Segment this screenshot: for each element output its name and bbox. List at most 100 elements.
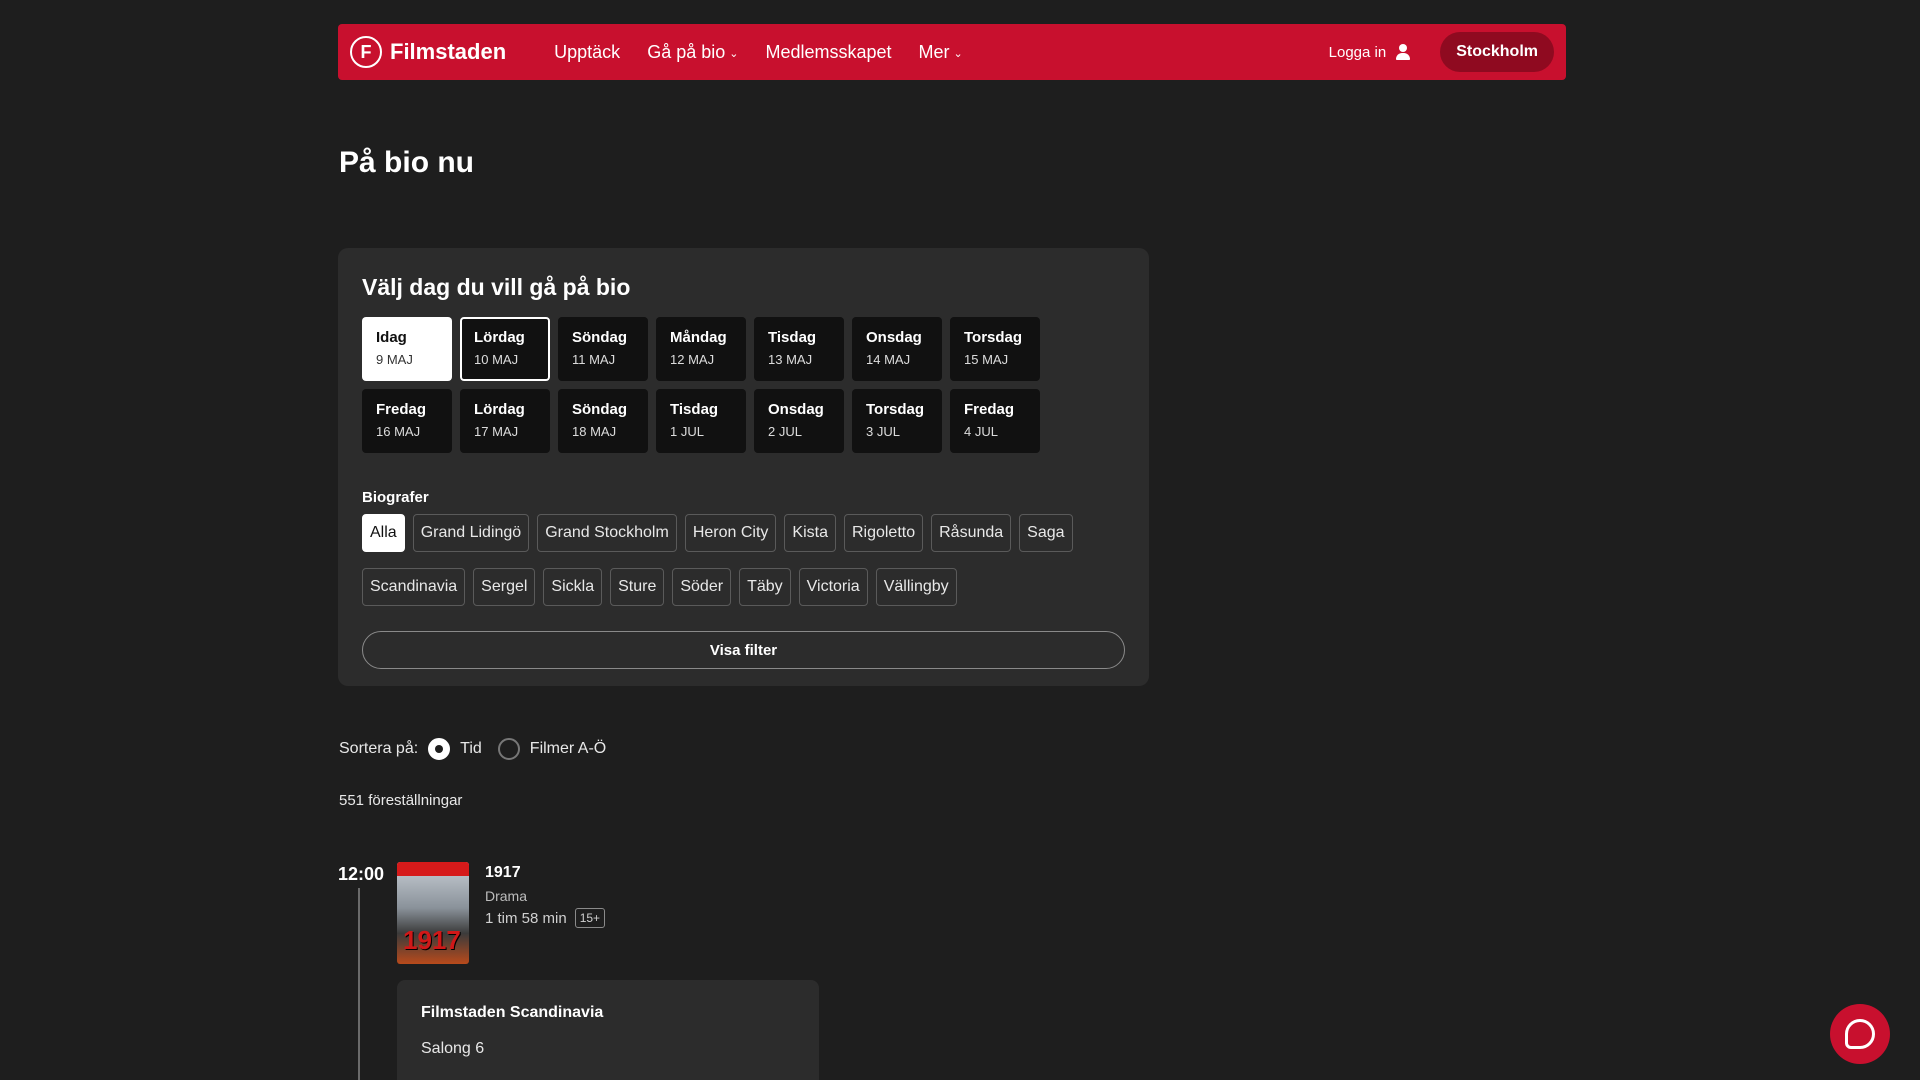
day-button[interactable]: Fredag 16 MAJ [362,389,452,453]
cinema-chip[interactable]: Victoria [798,568,868,606]
filter-panel: Välj dag du vill gå på bio Idag 9 MAJ Lö… [338,248,1149,686]
sort-az-radio[interactable] [497,738,520,760]
cinema-chip[interactable]: Sickla [543,568,603,606]
logo[interactable]: F Filmstaden [350,36,506,68]
day-button[interactable]: Onsdag 14 MAJ [852,317,942,381]
movie-duration: 1 tim 58 min [485,909,567,927]
poster-title: 1917 [403,925,461,955]
movie-genre: Drama [485,888,528,904]
day-button[interactable]: Söndag 11 MAJ [558,317,648,381]
nav-label: Mer [918,41,950,62]
day-date: 12 MAJ [670,352,715,367]
day-date: 9 MAJ [376,352,413,367]
day-name: Torsdag [866,401,925,418]
cinema-chip[interactable]: Scandinavia [362,568,466,606]
chat-button[interactable] [1830,1004,1890,1064]
sort-time-label[interactable]: Tid [460,740,482,758]
day-date: 2 JUL [768,424,802,439]
day-button[interactable]: Torsdag 3 JUL [852,389,942,453]
movie-info: 1917 Drama 1 tim 58 min 15+ [485,864,606,928]
movie-meta: 1 tim 58 min 15+ [485,908,606,928]
cinema-chip[interactable]: Sergel [473,568,536,606]
day-date: 1 JUL [670,424,704,439]
cinema-chip[interactable]: Grand Stockholm [537,514,677,552]
day-name: Idag [376,329,407,346]
day-button[interactable]: Onsdag 2 JUL [754,389,844,453]
day-name: Torsdag [964,329,1023,346]
cinema-chip[interactable]: Heron City [684,514,777,552]
nav-upptack[interactable]: Upptäck [554,42,620,63]
day-date: 10 MAJ [474,352,519,367]
day-button[interactable]: Lördag 10 MAJ [460,317,550,381]
nav-label: Gå på bio [647,41,726,62]
login-label: Logga in [1328,43,1387,61]
cinema-chip[interactable]: Söder [672,568,732,606]
logo-text: Filmstaden [390,39,507,64]
nav-medlemsskapet[interactable]: Medlemsskapet [765,42,891,63]
movie-poster[interactable]: 1917 [397,862,469,964]
day-date: 18 MAJ [572,424,617,439]
cinema-chip[interactable]: Grand Lidingö [412,514,530,552]
day-date: 13 MAJ [768,352,813,367]
cinema-chip[interactable]: Täby [739,568,791,606]
day-name: Söndag [572,329,627,346]
showtime-label: 12:00 [338,864,385,884]
sort-az-label[interactable]: Filmer A-Ö [530,740,606,758]
showing-card[interactable]: Filmstaden Scandinavia Salong 6 [397,980,819,1080]
top-nav-bar: F Filmstaden Upptäck Gå på bio ⌄ Medlems… [338,24,1566,80]
salon-name: Salong 6 [421,1040,485,1057]
city-selector-button[interactable]: Stockholm [1440,32,1554,72]
cinema-filter-chips: Alla Grand Lidingö Grand Stockholm Heron… [362,514,1132,606]
day-button-today[interactable]: Idag 9 MAJ [362,317,452,381]
login-button[interactable]: Logga in [1329,43,1413,61]
sort-time-radio[interactable] [428,738,451,760]
cinema-chip[interactable]: Rigoletto [843,514,924,552]
day-date: 16 MAJ [376,424,421,439]
day-name: Söndag [572,401,627,418]
day-date: 11 MAJ [572,352,616,367]
chat-bubble-icon [1845,1019,1875,1049]
day-date: 15 MAJ [964,352,1009,367]
day-button[interactable]: Söndag 18 MAJ [558,389,648,453]
cinema-chip[interactable]: Kista [784,514,836,552]
day-button[interactable]: Fredag 4 JUL [950,389,1040,453]
day-name: Måndag [670,329,727,346]
show-filter-button[interactable]: Visa filter [362,631,1125,669]
cinema-chip[interactable]: Råsunda [931,514,1012,552]
cinema-chip[interactable]: Vällingby [875,568,957,606]
age-rating-badge: 15+ [574,908,606,928]
page-title: På bio nu [339,146,474,179]
day-name: Tisdag [670,401,719,418]
day-name: Lördag [474,329,525,346]
day-date: 14 MAJ [866,352,911,367]
day-button[interactable]: Lördag 17 MAJ [460,389,550,453]
nav-label: Upptäck [554,41,621,62]
main-nav: Upptäck Gå på bio ⌄ Medlemsskapet Mer ⌄ [554,42,963,63]
timeline-line [358,888,360,1080]
poster-banner [397,862,469,876]
day-name: Lördag [474,401,525,418]
chevron-down-icon: ⌄ [953,47,963,60]
day-name: Tisdag [768,329,817,346]
nav-ga-pa-bio[interactable]: Gå på bio ⌄ [647,42,738,63]
movie-title[interactable]: 1917 [485,864,605,882]
user-icon [1394,43,1412,61]
cinema-chip-alla[interactable]: Alla [362,514,405,552]
day-button[interactable]: Tisdag 13 MAJ [754,317,844,381]
sort-label: Sortera på: [339,740,419,757]
day-date: 3 JUL [866,424,900,439]
day-name: Fredag [376,401,427,418]
cinema-chip[interactable]: Sture [610,568,665,606]
day-button[interactable]: Tisdag 1 JUL [656,389,746,453]
logo-mark: F [350,36,382,68]
day-button[interactable]: Torsdag 15 MAJ [950,317,1040,381]
day-date: 17 MAJ [474,424,519,439]
day-name: Onsdag [866,329,922,346]
day-name: Fredag [964,401,1015,418]
cinema-name: Filmstaden Scandinavia [421,1004,604,1021]
cinema-chip[interactable]: Saga [1019,514,1073,552]
nav-mer[interactable]: Mer ⌄ [919,42,963,63]
showings-count: 551 föreställningar [339,792,463,809]
day-button[interactable]: Måndag 12 MAJ [656,317,746,381]
header-actions: Logga in Stockholm [1329,32,1554,72]
